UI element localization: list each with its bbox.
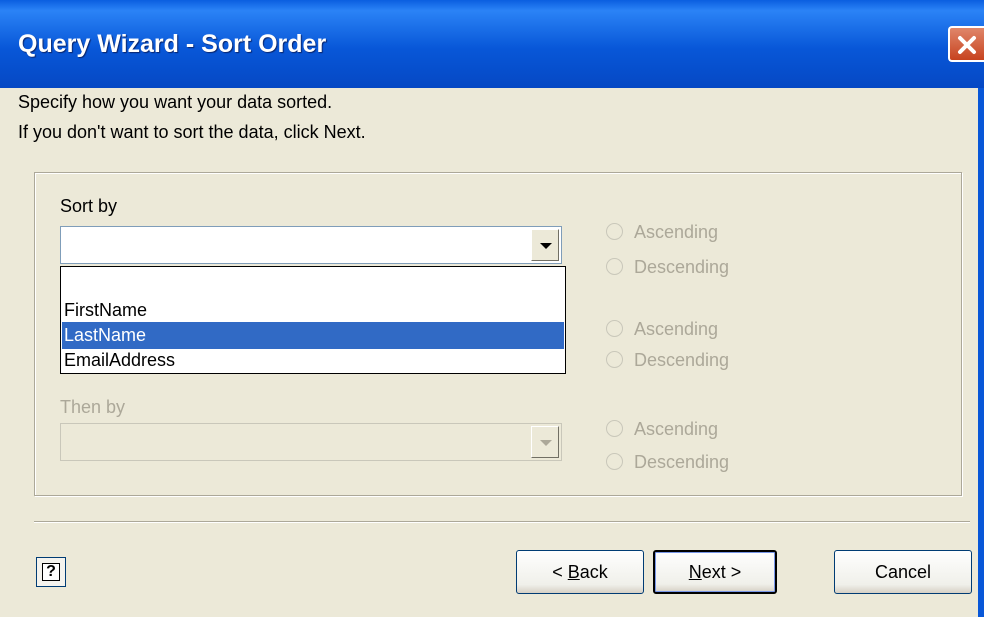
radio-circle <box>606 351 623 368</box>
next-button-mnemonic: N <box>688 562 702 582</box>
cancel-button[interactable]: Cancel <box>834 550 972 594</box>
chevron-down-icon <box>540 243 552 249</box>
close-button[interactable] <box>948 26 984 62</box>
window-title: Query Wizard - Sort Order <box>18 30 327 58</box>
sort-by-descending-label: Descending <box>634 257 730 277</box>
next-button-rest: ext > <box>701 562 742 582</box>
next-button[interactable]: Next > <box>653 550 777 594</box>
then-by-1-descending-label: Descending <box>634 350 730 370</box>
close-icon <box>958 36 976 54</box>
sort-by-ascending-label: Ascending <box>634 222 719 242</box>
radio-circle <box>606 453 623 470</box>
then-by-1-ascending-label: Ascending <box>634 319 719 339</box>
back-button[interactable]: < Back <box>516 550 644 594</box>
then-by-2-label: Then by <box>60 397 126 417</box>
then-by-2-ascending-label: Ascending <box>634 419 719 439</box>
dropdown-option-emailaddress[interactable]: EmailAddress <box>62 347 564 374</box>
dropdown-option-lastname[interactable]: LastName <box>62 322 564 349</box>
sort-by-combo[interactable] <box>60 226 562 264</box>
window-frame-right <box>978 88 984 617</box>
sort-by-dropdown-list[interactable]: FirstName LastName EmailAddress <box>60 266 566 374</box>
then-by-2-combo[interactable] <box>60 423 562 461</box>
button-separator <box>34 521 970 523</box>
help-icon: ? <box>42 563 60 581</box>
dropdown-option-firstname[interactable]: FirstName <box>62 297 564 324</box>
radio-circle <box>606 258 623 275</box>
back-button-prefix: < <box>552 562 568 582</box>
chevron-down-icon <box>540 440 552 446</box>
radio-circle <box>606 223 623 240</box>
then-by-2-descending-label: Descending <box>634 452 730 472</box>
back-button-mnemonic: B <box>567 562 580 582</box>
back-button-rest: ack <box>579 562 608 582</box>
sort-by-label: Sort by <box>60 196 118 216</box>
radio-circle <box>606 320 623 337</box>
instruction-line-2: If you don't want to sort the data, clic… <box>18 122 366 142</box>
dropdown-option-blank[interactable] <box>62 269 564 296</box>
instruction-line-1: Specify how you want your data sorted. <box>18 92 333 112</box>
then-by-2-dropdown-button[interactable] <box>531 426 559 458</box>
title-bar[interactable]: Query Wizard - Sort Order <box>0 0 984 88</box>
sort-by-dropdown-button[interactable] <box>531 229 559 261</box>
help-button[interactable]: ? <box>36 557 66 587</box>
radio-circle <box>606 420 623 437</box>
